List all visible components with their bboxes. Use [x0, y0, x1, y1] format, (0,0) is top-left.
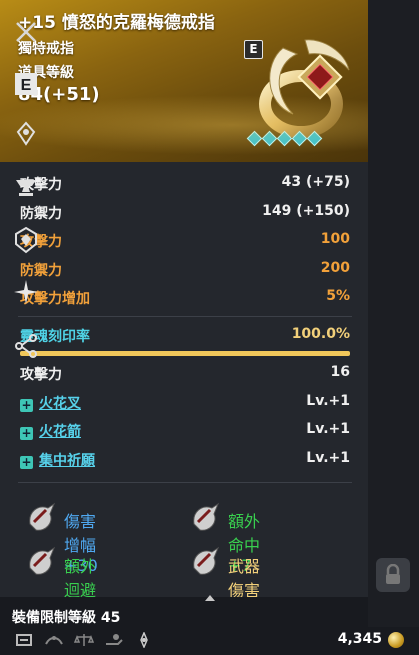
- stat-row: 攻擊力 43 (+75): [20, 174, 350, 196]
- crest-icon[interactable]: [12, 226, 40, 254]
- skill-link[interactable]: 火花箭: [39, 424, 81, 440]
- stat-row: 防禦力 200: [20, 260, 350, 282]
- engraving-label: 武器傷害增幅...: [228, 557, 261, 648]
- skill-row[interactable]: + 火花箭 Lv.+1: [20, 421, 350, 443]
- stat-label: 防禦力: [20, 206, 62, 222]
- plus-icon: +: [20, 455, 33, 469]
- lock-button[interactable]: [376, 558, 410, 592]
- compass-icon: [140, 632, 148, 648]
- attack-value: 16: [330, 364, 350, 380]
- engraving-label: 額外命中 +7: [228, 512, 261, 575]
- divider: [18, 316, 352, 317]
- stat-value: 149 (+150): [262, 203, 350, 219]
- gem-icon: [263, 132, 275, 144]
- skill-level: Lv.+1: [306, 421, 350, 437]
- skill-link[interactable]: 集中祈願: [39, 453, 95, 469]
- plus-icon: +: [20, 426, 33, 440]
- engraving-label: 額外迴避 +7: [64, 557, 97, 620]
- scale-icon: [74, 634, 94, 646]
- stat-value: 200: [320, 260, 350, 276]
- attack-row: 攻擊力 16: [20, 364, 350, 386]
- skill-level: Lv.+1: [306, 393, 350, 409]
- hand-coin-icon: [106, 634, 123, 645]
- svg-text:E: E: [21, 77, 32, 94]
- gem-icon: [293, 132, 305, 144]
- location-pin-icon[interactable]: [12, 120, 40, 148]
- plus-icon: +: [20, 398, 33, 412]
- sparkle-icon[interactable]: [12, 278, 40, 306]
- engraving-label: 傷害增幅 +30: [64, 512, 98, 575]
- skill-row[interactable]: + 集中祈願 Lv.+1: [20, 450, 350, 472]
- item-header: +15 憤怒的克羅梅德戒指 獨特戒指 道具等級 84(+51) E: [0, 0, 368, 162]
- stat-value: 5%: [326, 288, 350, 304]
- equip-requirement: 裝備限制等級 45: [12, 610, 121, 626]
- divider: [18, 482, 352, 483]
- item-title: +15 憤怒的克羅梅德戒指: [18, 13, 215, 33]
- ring-icon: [259, 39, 350, 138]
- soul-row: 靈魂刻印率 100.0%: [20, 326, 350, 348]
- share-icon[interactable]: [12, 332, 40, 360]
- soul-value: 100.0%: [291, 326, 350, 342]
- anvil-icon[interactable]: [12, 172, 40, 200]
- engrave-e-icon[interactable]: E: [12, 70, 40, 98]
- gem-icon: [308, 132, 320, 144]
- stat-value: 100: [320, 231, 350, 247]
- close-icon[interactable]: [12, 18, 40, 46]
- lock-icon: [386, 564, 400, 584]
- winged-helmet-icon: [29, 546, 56, 575]
- stat-value: 43 (+75): [281, 174, 350, 190]
- skill-row[interactable]: + 火花叉 Lv.+1: [20, 393, 350, 415]
- gem-icon: [278, 132, 290, 144]
- gem-icon: [248, 132, 260, 144]
- gold-coin-icon: [388, 632, 404, 648]
- skill-level: Lv.+1: [306, 450, 350, 466]
- stat-row: 攻擊力 100: [20, 231, 350, 253]
- skill-link[interactable]: 火花叉: [39, 396, 81, 412]
- action-sidebar: [368, 0, 419, 627]
- footer-icons: [14, 632, 154, 648]
- hands-icon: [45, 636, 63, 645]
- winged-helmet-icon: [193, 546, 220, 575]
- stat-row: 防禦力 149 (+150): [20, 203, 350, 225]
- stat-row: 攻擊力增加 5%: [20, 288, 350, 310]
- gold-amount: 4,345: [337, 631, 382, 647]
- soul-progress-bar: [20, 351, 350, 356]
- winged-helmet-icon: [193, 502, 220, 531]
- trade-icon: [16, 634, 32, 646]
- gem-slots: [248, 132, 320, 144]
- winged-helmet-icon: [29, 502, 56, 531]
- chevron-up-icon: [205, 595, 215, 601]
- stat-label: 防禦力: [20, 263, 62, 279]
- attack-label: 攻擊力: [20, 367, 62, 383]
